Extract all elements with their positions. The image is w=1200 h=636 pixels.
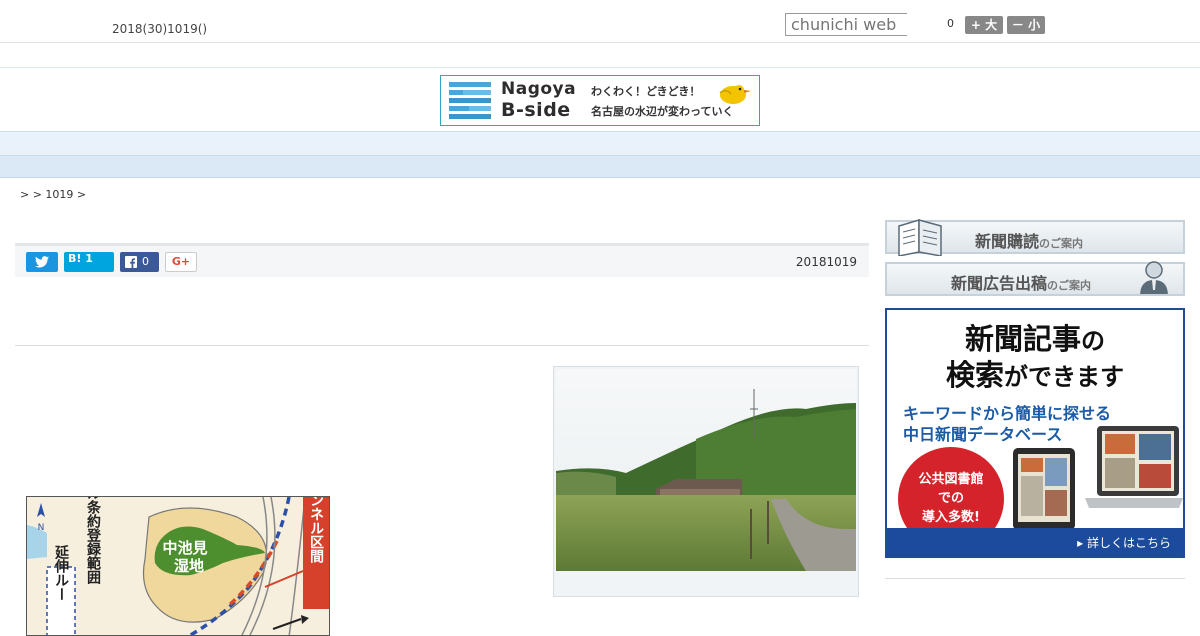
map-wetland-label-2: 湿地	[174, 557, 204, 575]
current-date: 2018(30)1019()	[112, 22, 208, 36]
main-navigation	[0, 131, 1200, 156]
article-photo[interactable]	[553, 366, 859, 597]
promo-line2b: ができます	[1004, 362, 1124, 391]
banner-tagline-2: 名古屋の水辺が変わっていく	[591, 105, 734, 118]
newspaper-advertising-button[interactable]: 新聞広告出稿のご案内	[885, 261, 1185, 296]
facebook-share-button[interactable]: 0	[120, 252, 159, 272]
map-ramsar-label: ラムサール条約登録範囲	[85, 497, 102, 585]
wetland-landscape-photo	[556, 369, 856, 571]
top-utility-bar: 2018(30)1019() 0 + 大 － 小	[0, 0, 1200, 43]
article-search-promo[interactable]: 新聞記事の 検索ができます キーワードから簡単に探せる 中日新聞データベース 公…	[885, 308, 1185, 558]
nagoya-bside-banner[interactable]: Nagoya B-side わくわく！どきどき！ 名古屋の水辺が変わっていく	[440, 75, 760, 126]
promo-line1a: 新聞記事	[964, 322, 1081, 356]
newspaper-subscription-button[interactable]: 新聞購読のご案内	[885, 218, 1185, 256]
banner-tagline-1: わくわく！どきどき！	[591, 85, 701, 98]
route-map-graphic: 中池見 湿地 トンネル区間 ラムサール条約登録範囲 延伸ルー N	[27, 497, 329, 635]
promo-line1b: の	[1081, 326, 1105, 355]
advertising-sub-label: のご案内	[1047, 279, 1092, 292]
promo-details-link[interactable]: ▸ 詳しくはこちら	[1077, 534, 1171, 551]
twitter-share-button[interactable]	[26, 252, 58, 272]
font-smaller-button[interactable]: － 小	[1007, 16, 1045, 34]
subscription-sub-label: のご案内	[1039, 237, 1084, 250]
route-map: 中池見 湿地 トンネル区間 ラムサール条約登録範囲 延伸ルー N	[26, 496, 330, 636]
badge-line-2: での	[937, 491, 964, 506]
map-tunnel-label: トンネル区間	[308, 497, 324, 564]
google-plus-share-button[interactable]: G+	[165, 252, 197, 272]
facebook-share-count: 0	[142, 255, 149, 268]
article-date: 20181019	[795, 255, 857, 269]
share-bar: B! 1 0 G+ 20181019	[15, 243, 869, 277]
sidebar-divider	[885, 578, 1185, 579]
promo-footer: ▸ 詳しくはこちら	[887, 528, 1183, 556]
person-icon	[1140, 261, 1168, 294]
advertising-main-label: 新聞広告出稿	[951, 274, 1048, 293]
banner-logo-icon	[449, 82, 491, 119]
header-strip	[0, 43, 1200, 68]
sub-navigation	[0, 156, 1200, 178]
search-input[interactable]	[785, 13, 907, 36]
banner-name-line2: B-side	[501, 99, 571, 121]
font-size-value: 0	[947, 17, 954, 30]
newspaper-book-icon	[898, 218, 942, 256]
hatena-bookmark-button[interactable]: B! 1	[64, 252, 114, 272]
badge-line-3: 導入多数!	[922, 510, 980, 525]
facebook-icon	[125, 256, 137, 268]
map-extension-label: 延伸ルー	[53, 544, 70, 601]
bird-mascot-icon	[719, 85, 751, 104]
map-wetland-label-1: 中池見	[162, 539, 207, 557]
twitter-icon	[35, 256, 49, 268]
tablet-laptop-illustration	[1013, 426, 1183, 530]
banner-name-line1: Nagoya	[501, 79, 577, 99]
badge-line-1: 公共図書館	[918, 472, 984, 487]
promo-line2a: 検索	[945, 358, 1004, 392]
divider	[15, 345, 869, 346]
subscription-main-label: 新聞購読	[975, 232, 1040, 251]
font-larger-button[interactable]: + 大	[965, 16, 1003, 34]
map-north-label: N	[38, 523, 45, 533]
breadcrumb[interactable]: > > 1019 >	[20, 188, 86, 201]
